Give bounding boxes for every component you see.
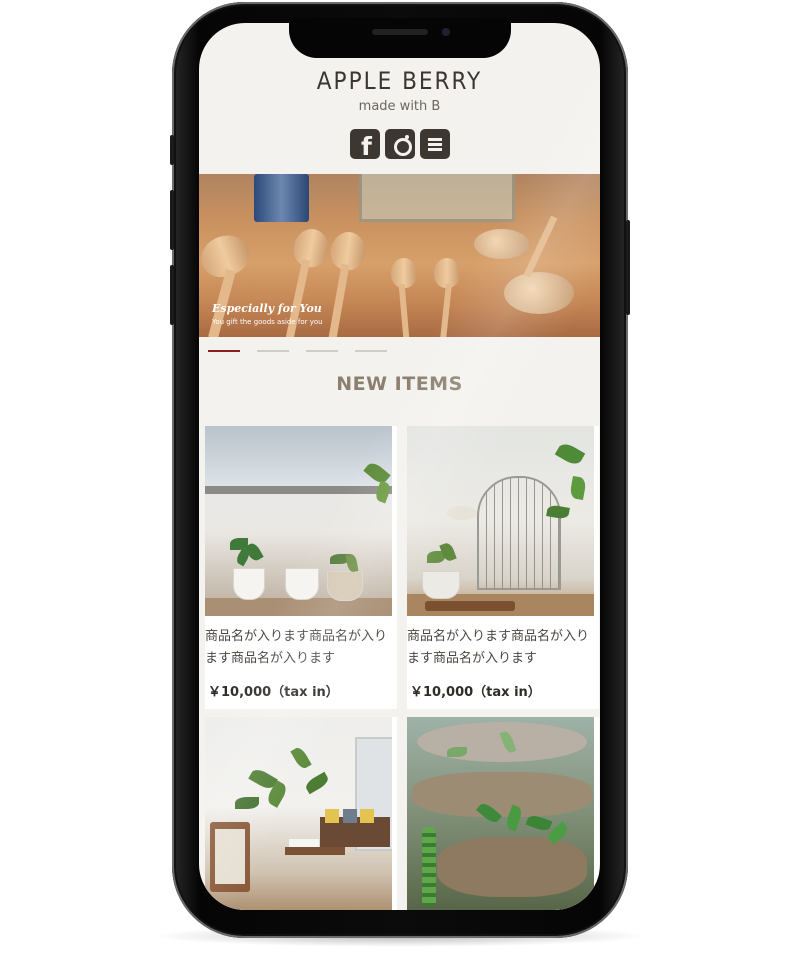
carousel-dot[interactable]: [257, 350, 289, 352]
product-image[interactable]: [407, 426, 594, 616]
volume-down-button: [170, 265, 174, 325]
carousel-indicators: [208, 350, 388, 353]
facebook-icon[interactable]: f: [350, 129, 380, 161]
product-image[interactable]: [205, 717, 392, 910]
brand-tagline: made with B: [358, 99, 441, 114]
hero-glass-photo: [254, 174, 309, 222]
instagram-icon[interactable]: [385, 129, 415, 159]
hero-banner[interactable]: Especially for You You gift the goods as…: [199, 174, 600, 337]
product-image[interactable]: [407, 717, 594, 910]
phone-screen: APPLE BERRY made with B f Especially for…: [199, 23, 600, 910]
product-price: ￥10,000（tax in）: [208, 685, 339, 700]
product-card[interactable]: 商品名が入ります商品名が入ります商品名が入ります ￥10,000（tax in）: [407, 426, 599, 709]
hero-title: Especially for You: [212, 302, 322, 315]
product-card[interactable]: [205, 717, 397, 910]
section-title: NEW ITEMS: [336, 373, 463, 395]
volume-up-button: [170, 190, 174, 250]
product-image[interactable]: [205, 426, 392, 616]
hero-subtitle: You gift the goods aside for you: [212, 318, 323, 326]
front-camera: [442, 28, 450, 36]
menu-icon[interactable]: [420, 129, 450, 159]
carousel-dot[interactable]: [306, 350, 338, 352]
silent-switch: [170, 135, 174, 165]
product-name[interactable]: 商品名が入ります商品名が入ります商品名が入ります: [407, 626, 597, 670]
product-price: ￥10,000（tax in）: [410, 685, 541, 700]
phone-notch: [289, 18, 511, 58]
product-card[interactable]: [407, 717, 599, 910]
brand-title[interactable]: APPLE BERRY: [199, 67, 600, 95]
product-name[interactable]: 商品名が入ります商品名が入ります商品名が入ります: [205, 626, 395, 670]
carousel-dot[interactable]: [355, 350, 387, 352]
carousel-dot[interactable]: [208, 350, 240, 352]
power-button: [626, 220, 630, 315]
social-links: f: [350, 129, 450, 161]
hero-container-photo: [359, 174, 515, 222]
speaker-grille: [372, 29, 428, 35]
product-card[interactable]: 商品名が入ります商品名が入ります商品名が入ります ￥10,000（tax in）: [205, 426, 397, 709]
